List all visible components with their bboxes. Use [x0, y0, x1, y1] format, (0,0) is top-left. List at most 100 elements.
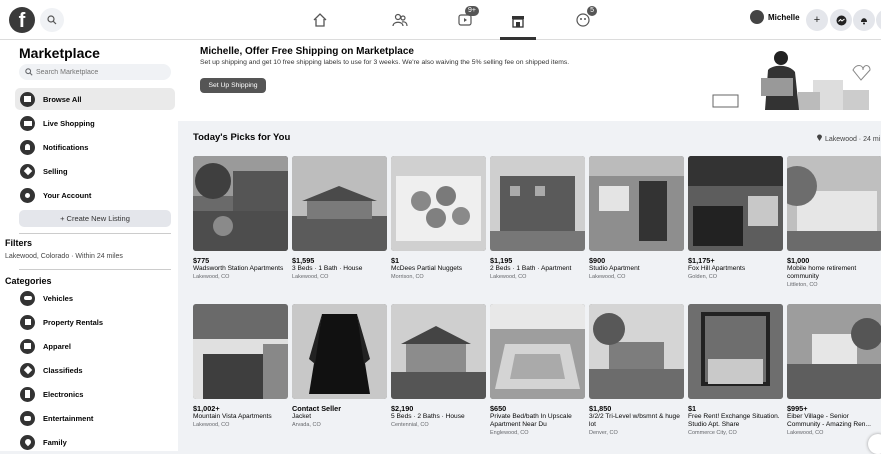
profile-chip[interactable]: Michelle — [750, 10, 800, 24]
sidebar-item-your-account[interactable]: Your Account — [15, 184, 175, 206]
listing-card[interactable]: $1,195 2 Beds · 1 Bath · Apartment Lakewoo… — [490, 156, 585, 280]
category-classifieds[interactable]: Classifieds — [15, 359, 175, 381]
marketplace-search[interactable] — [19, 64, 171, 80]
create-new-listing-button[interactable]: + Create New Listing — [19, 210, 171, 227]
sidebar-title: Marketplace — [19, 45, 100, 61]
create-button[interactable]: + — [806, 9, 828, 31]
listing-title: 2 Beds · 1 Bath · Apartment — [490, 265, 572, 272]
nav-gaming[interactable]: 5 — [565, 6, 601, 32]
bell-icon — [861, 18, 867, 25]
listing-price: $995+ — [787, 404, 808, 413]
listing-title: Wadsworth Station Apartments — [193, 265, 284, 272]
picks-location-link[interactable]: Lakewood · 24 mi — [816, 133, 880, 143]
marketplace-feed: Michelle, Offer Free Shipping on Marketp… — [178, 40, 881, 451]
shipping-promo-banner: Michelle, Offer Free Shipping on Marketp… — [178, 40, 881, 121]
messenger-button[interactable] — [830, 9, 852, 31]
listing-price: $775 — [193, 256, 210, 265]
listing-card[interactable]: $1 McDees Partial Nuggets Morrison, CO — [391, 156, 486, 280]
sidebar-item-live-shopping[interactable]: Live Shopping — [15, 112, 175, 134]
category-label: Classifieds — [43, 365, 83, 375]
listing-location: Commerce City, CO — [688, 430, 737, 436]
nav-friends[interactable] — [382, 8, 418, 32]
listing-title: 3 Beds · 1 Bath · House — [292, 265, 363, 272]
listing-title: McDees Partial Nuggets — [391, 265, 463, 272]
listing-location: Lakewood, CO — [787, 430, 824, 436]
category-apparel[interactable]: Apparel — [15, 335, 175, 357]
category-label: Vehicles — [43, 293, 74, 303]
listing-location: Lakewood, CO — [193, 274, 230, 280]
listing-card[interactable]: $1,000 Mobile home retirement community Li… — [787, 156, 881, 288]
listing-photo — [391, 304, 486, 399]
category-vehicles[interactable]: Vehicles — [15, 287, 175, 309]
listing-price: $1 — [391, 256, 400, 265]
listing-price: $1 — [688, 404, 697, 413]
sidebar-item-label: Selling — [43, 166, 68, 176]
account-menu-button[interactable] — [876, 9, 881, 31]
people-icon — [20, 410, 35, 426]
categories-heading: Categories — [5, 276, 52, 286]
sidebar-item-selling[interactable]: Selling — [15, 160, 175, 182]
notifications-button[interactable] — [853, 9, 875, 31]
nav-marketplace[interactable] — [500, 5, 536, 40]
help-button[interactable] — [868, 434, 881, 454]
set-up-shipping-button[interactable]: Set Up Shipping — [200, 78, 266, 93]
picks-location-label: Lakewood · 24 mi — [824, 136, 881, 143]
listing-title: Mobile home retirement community — [787, 265, 857, 280]
listing-title: Studio Apartment — [589, 265, 640, 272]
listing-photo — [193, 304, 288, 399]
listing-card[interactable]: Contact Seller Jacket Arvada, CO — [292, 304, 387, 428]
bell-icon — [20, 139, 35, 155]
banner-title: Michelle, Offer Free Shipping on Marketp… — [200, 46, 414, 57]
shirt-icon — [20, 338, 35, 354]
sidebar-item-browse-all[interactable]: Browse All — [15, 88, 175, 110]
listing-title: Jacket — [292, 413, 312, 420]
listing-location: Littleton, CO — [787, 282, 818, 288]
listing-title: Free Rent! Exchange Situation. Studio Ap… — [688, 413, 780, 428]
listing-card[interactable]: $775 Wadsworth Station Apartments Lakewood… — [193, 156, 288, 280]
listing-card[interactable]: $2,190 5 Beds · 2 Baths · House Centennial… — [391, 304, 486, 428]
listing-title: Private Bed/bath In Upscale Apartment Ne… — [490, 413, 572, 428]
tag-icon — [20, 163, 35, 179]
listing-photo — [292, 304, 387, 399]
listing-card[interactable]: $900 Studio Apartment Lakewood, CO — [589, 156, 684, 280]
category-family[interactable]: Family — [15, 431, 175, 451]
listing-price: $1,595 — [292, 256, 315, 265]
category-label: Electronics — [43, 389, 84, 399]
watch-badge: 9+ — [465, 6, 479, 16]
listing-card[interactable]: $1,002+ Mountain Vista Apartments Lakewood… — [193, 304, 288, 428]
listing-photo — [490, 156, 585, 251]
nav-home[interactable] — [302, 8, 338, 32]
listing-location: Arvada, CO — [292, 422, 321, 428]
todays-picks-heading: Today's Picks for You — [193, 132, 291, 143]
user-name: Michelle — [768, 12, 800, 22]
listing-title: Fox Hill Apartments — [688, 265, 746, 272]
listing-card[interactable]: $1,850 3/2/2 Tri-Level w/bsmnt & huge lot… — [589, 304, 684, 436]
listing-location: Lakewood, CO — [490, 274, 527, 280]
listing-location: Centennial, CO — [391, 422, 429, 428]
category-electronics[interactable]: Electronics — [15, 383, 175, 405]
listing-card[interactable]: $1,175+ Fox Hill Apartments Golden, CO — [688, 156, 783, 280]
listing-photo — [688, 304, 783, 399]
tag-icon — [20, 362, 35, 378]
listing-card[interactable]: $995+ Eiber Village - Senior Community - … — [787, 304, 881, 436]
filters-location-link[interactable]: Lakewood, Colorado · Within 24 miles — [5, 253, 123, 260]
listing-photo — [292, 156, 387, 251]
facebook-logo[interactable]: f — [9, 7, 35, 33]
sidebar-item-notifications[interactable]: Notifications — [15, 136, 175, 158]
nav-watch[interactable]: 9+ — [447, 6, 483, 32]
gaming-badge: 5 — [587, 6, 597, 16]
listing-card[interactable]: $1 Free Rent! Exchange Situation. Studio … — [688, 304, 783, 436]
listing-photo — [589, 156, 684, 251]
category-entertainment[interactable]: Entertainment — [15, 407, 175, 429]
listing-card[interactable]: $650 Private Bed/bath In Upscale Apartmen… — [490, 304, 585, 436]
divider — [19, 269, 171, 270]
category-label: Family — [43, 437, 67, 447]
category-property-rentals[interactable]: Property Rentals — [15, 311, 175, 333]
search-button[interactable] — [40, 8, 64, 32]
search-icon — [25, 68, 33, 76]
search-input[interactable] — [36, 68, 166, 76]
avatar — [750, 10, 764, 24]
search-icon — [47, 15, 57, 25]
listing-card[interactable]: $1,595 3 Beds · 1 Bath · House Lakewood, C… — [292, 156, 387, 280]
sidebar-item-label: Notifications — [43, 142, 89, 152]
